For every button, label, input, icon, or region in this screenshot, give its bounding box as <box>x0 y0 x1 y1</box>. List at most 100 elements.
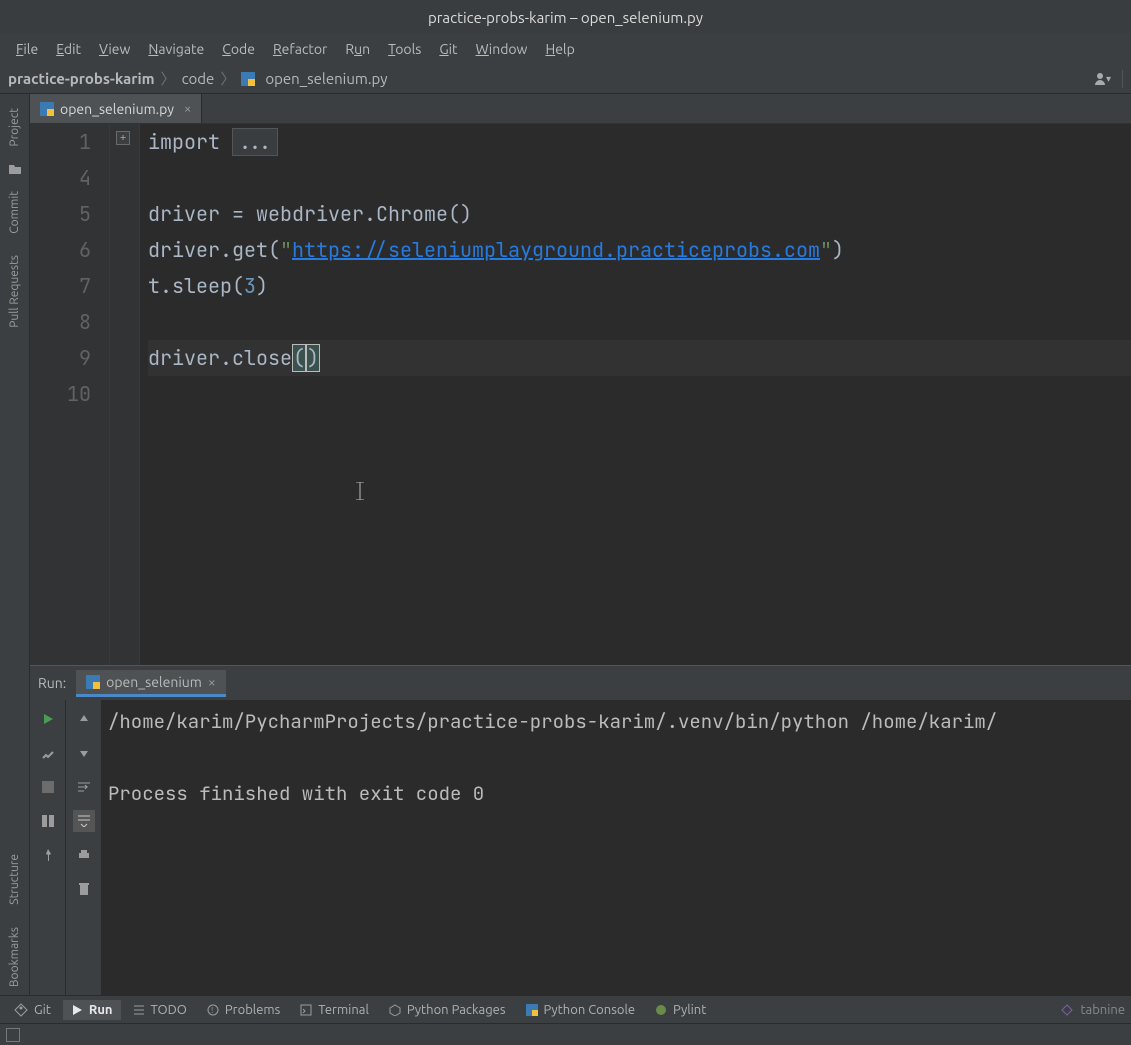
python-file-icon <box>40 102 54 116</box>
breadcrumb-root[interactable]: practice-probs-karim <box>8 70 155 87</box>
warning-icon: ! <box>207 1004 219 1016</box>
tool-project[interactable]: Project <box>8 100 21 155</box>
python-icon <box>526 1004 538 1016</box>
breadcrumb-folder[interactable]: code <box>182 70 215 87</box>
run-toolbar-secondary <box>66 700 102 995</box>
stop-icon[interactable] <box>37 776 59 798</box>
rerun-icon[interactable] <box>37 708 59 730</box>
package-icon <box>389 1004 401 1016</box>
bottom-pylint[interactable]: Pylint <box>647 1000 714 1020</box>
tool-bookmarks[interactable]: Bookmarks <box>8 919 21 995</box>
line-number: 8 <box>30 304 91 340</box>
menu-git[interactable]: Git <box>431 37 465 61</box>
menu-navigate[interactable]: Navigate <box>140 37 212 61</box>
line-number: 1 <box>30 124 91 160</box>
text-cursor-icon <box>356 482 364 500</box>
menu-code[interactable]: Code <box>214 37 263 61</box>
bottom-python-packages[interactable]: Python Packages <box>381 1000 514 1020</box>
code-text: ) <box>256 273 268 299</box>
menu-file[interactable]: File <box>8 37 46 61</box>
code-text: import <box>148 129 232 155</box>
settings-icon[interactable] <box>37 742 59 764</box>
soft-wrap-icon[interactable] <box>73 776 95 798</box>
tabnine-icon <box>1060 1003 1074 1017</box>
line-number-gutter: 1 4 5 6 7 8 9 10 <box>30 124 110 665</box>
code-text: " <box>280 237 292 263</box>
run-tab[interactable]: open_selenium × <box>76 670 226 697</box>
bottom-run[interactable]: Run <box>63 1000 121 1020</box>
bottom-label: Pylint <box>673 1003 706 1017</box>
run-label: Run: <box>38 675 66 691</box>
menu-tools[interactable]: Tools <box>380 37 429 61</box>
user-icon[interactable]: ▾ <box>1094 72 1112 86</box>
svg-text:▾: ▾ <box>1106 73 1111 84</box>
down-icon[interactable] <box>73 742 95 764</box>
bottom-label: TODO <box>151 1003 187 1017</box>
folded-region[interactable]: ... <box>232 128 278 156</box>
code-content[interactable]: import ... driver = webdriver.Chrome() d… <box>140 124 1131 665</box>
line-number: 7 <box>30 268 91 304</box>
divider <box>1122 70 1123 88</box>
bottom-label: Git <box>34 1003 51 1017</box>
play-icon <box>71 1004 83 1016</box>
editor-tab-label: open_selenium.py <box>60 101 174 117</box>
tabnine-label[interactable]: tabnine <box>1080 1003 1125 1017</box>
bottom-terminal[interactable]: Terminal <box>292 1000 377 1020</box>
list-icon <box>133 1004 145 1016</box>
code-text: driver.close <box>148 345 292 371</box>
fold-expand-icon[interactable]: + <box>116 131 130 145</box>
bottom-label: Terminal <box>318 1003 369 1017</box>
menu-window[interactable]: Window <box>468 37 536 61</box>
folder-icon[interactable] <box>7 161 23 177</box>
breadcrumb-file[interactable]: open_selenium.py <box>265 70 387 87</box>
python-file-icon <box>241 70 259 87</box>
line-number: 10 <box>30 376 91 412</box>
code-text: driver.get( <box>148 237 280 263</box>
close-icon[interactable]: × <box>208 674 216 690</box>
run-header: Run: open_selenium × <box>30 666 1131 700</box>
code-text: ( <box>292 344 306 372</box>
tool-pull-requests[interactable]: Pull Requests <box>8 247 21 336</box>
output-line: Process finished with exit code 0 <box>108 776 1125 812</box>
menu-edit[interactable]: Edit <box>48 37 89 61</box>
tool-commit[interactable]: Commit <box>8 183 21 242</box>
pin-icon[interactable] <box>37 844 59 866</box>
bottom-label: Python Console <box>544 1003 636 1017</box>
up-icon[interactable] <box>73 708 95 730</box>
trash-icon[interactable] <box>73 878 95 900</box>
close-icon[interactable]: × <box>184 102 191 116</box>
code-text: 3 <box>244 273 256 299</box>
print-icon[interactable] <box>73 844 95 866</box>
python-icon <box>86 675 100 689</box>
code-text: t.sleep( <box>148 273 244 299</box>
code-editor[interactable]: 1 4 5 6 7 8 9 10 + import ... driver = w… <box>30 124 1131 665</box>
bottom-git[interactable]: Git <box>6 1000 59 1020</box>
window-titlebar: practice-probs-karim – open_selenium.py <box>0 0 1131 34</box>
menu-refactor[interactable]: Refactor <box>265 37 335 61</box>
menu-help[interactable]: Help <box>537 37 582 61</box>
bottom-python-console[interactable]: Python Console <box>518 1000 644 1020</box>
line-number: 6 <box>30 232 91 268</box>
editor-tabbar: open_selenium.py × <box>30 94 1131 124</box>
window-title: practice-probs-karim – open_selenium.py <box>428 9 703 26</box>
status-bar <box>0 1023 1131 1045</box>
bottom-problems[interactable]: ! Problems <box>199 1000 288 1020</box>
editor-tab[interactable]: open_selenium.py × <box>30 94 202 123</box>
menu-view[interactable]: View <box>91 37 138 61</box>
code-text: ) <box>306 344 320 372</box>
menu-run[interactable]: Run <box>337 37 378 61</box>
line-number: 4 <box>30 160 91 196</box>
layout-icon[interactable] <box>37 810 59 832</box>
line-number: 9 <box>30 340 91 376</box>
bottom-label: Python Packages <box>407 1003 506 1017</box>
scroll-to-end-icon[interactable] <box>73 810 95 832</box>
run-output[interactable]: /home/karim/PycharmProjects/practice-pro… <box>102 700 1131 995</box>
svg-text:!: ! <box>211 1006 213 1015</box>
run-tool-window: Run: open_selenium × <box>30 665 1131 995</box>
output-line: /home/karim/PycharmProjects/practice-pro… <box>108 704 1125 740</box>
code-text: " <box>820 237 832 263</box>
bottom-todo[interactable]: TODO <box>125 1000 195 1020</box>
code-text: ) <box>832 237 844 263</box>
tool-windows-icon[interactable] <box>6 1028 20 1042</box>
tool-structure[interactable]: Structure <box>8 846 21 913</box>
